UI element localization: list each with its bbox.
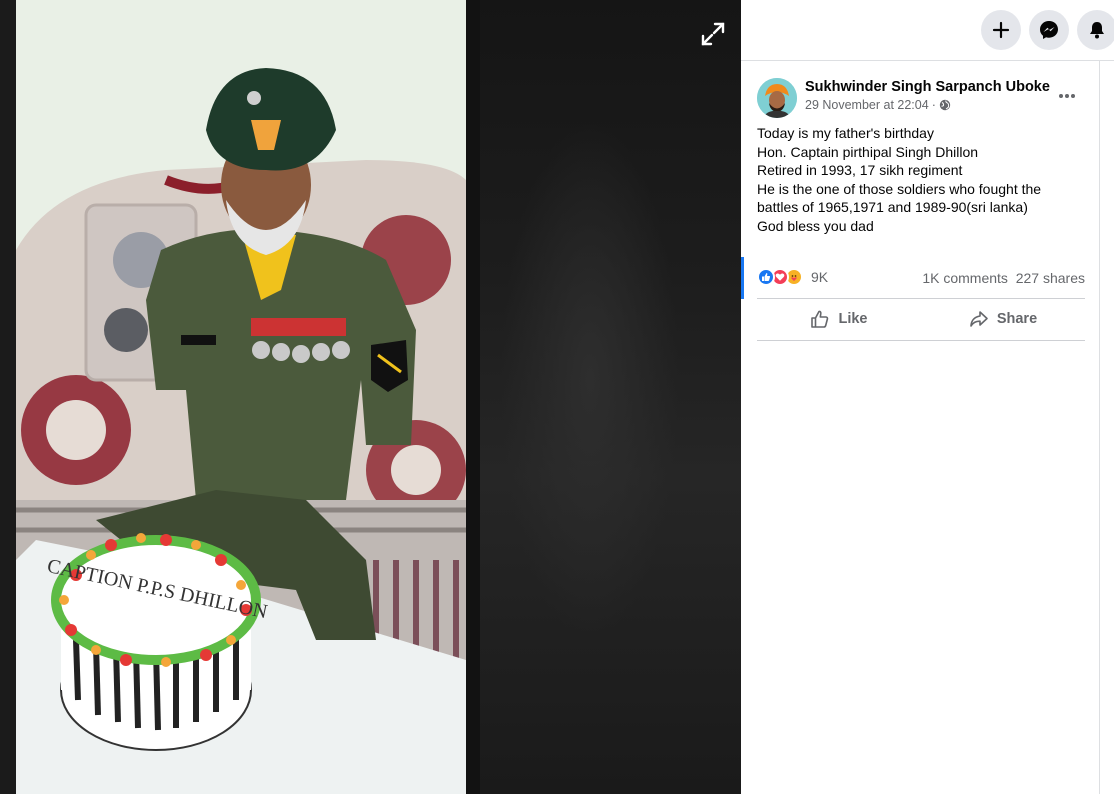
notifications-button[interactable] — [1077, 10, 1114, 50]
post-text-line: God bless you dad — [757, 217, 874, 234]
author-name[interactable]: Sukhwinder Singh Sarpanch Uboke — [805, 79, 1050, 95]
photo-illustration: CAPTION P.P.S DHILLON — [16, 0, 466, 794]
top-bar — [741, 0, 1114, 61]
divider — [757, 340, 1085, 341]
expand-icon[interactable] — [699, 20, 727, 48]
globe-icon[interactable] — [939, 99, 951, 111]
blurred-background-edge — [0, 0, 16, 794]
shares-count[interactable]: 227 shares — [1016, 270, 1085, 286]
messenger-button[interactable] — [1029, 10, 1069, 50]
like-button[interactable]: Like — [757, 304, 921, 334]
divider — [757, 298, 1085, 299]
post-text-line: He is the one of those soldiers who foug… — [757, 180, 1042, 197]
comments-count[interactable]: 1K comments — [922, 270, 1008, 286]
post-text-line: Retired in 1993, 17 sikh regiment — [757, 162, 963, 179]
post-text-line: Today is my father's birthday — [757, 125, 934, 141]
like-label: Like — [838, 311, 868, 327]
post-text-line: battles of 1965,1971 and 1989-90(sri lan… — [757, 199, 1028, 216]
share-label: Share — [996, 311, 1038, 327]
reaction-count[interactable]: 9K — [811, 269, 828, 285]
create-button[interactable] — [981, 10, 1021, 50]
post-timestamp[interactable]: 29 November at 22:04 — [805, 98, 929, 112]
plus-icon — [992, 21, 1010, 39]
messenger-icon — [1040, 21, 1058, 39]
share-button[interactable]: Share — [921, 304, 1085, 334]
post-sidebar: Sukhwinder Singh Sarpanch Uboke 29 Novem… — [741, 0, 1114, 794]
panel-divider — [1099, 60, 1100, 794]
bell-icon — [1090, 22, 1104, 39]
post-text-line: Hon. Captain pirthipal Singh Dhillon — [757, 143, 979, 160]
focus-accent-bar — [741, 257, 744, 299]
thumbs-up-icon — [811, 310, 829, 328]
like-reaction-icon — [757, 268, 775, 286]
engagement-stats: 1K comments 227 shares — [922, 270, 1085, 286]
photo-viewer: CAPTION P.P.S DHILLON — [0, 0, 741, 794]
more-icon — [1059, 94, 1075, 98]
meta-separator: · — [931, 98, 936, 112]
blurred-background-glow — [500, 120, 680, 640]
avatar[interactable] — [757, 78, 797, 118]
more-options-button[interactable] — [1049, 82, 1085, 110]
reactions-summary[interactable]: 9K — [757, 268, 828, 286]
post-body: Today is my father's birthday Hon. Capta… — [757, 124, 1085, 236]
post-meta: 29 November at 22:04 · — [805, 98, 951, 112]
post-photo[interactable]: CAPTION P.P.S DHILLON — [16, 0, 466, 794]
share-icon — [970, 311, 988, 327]
